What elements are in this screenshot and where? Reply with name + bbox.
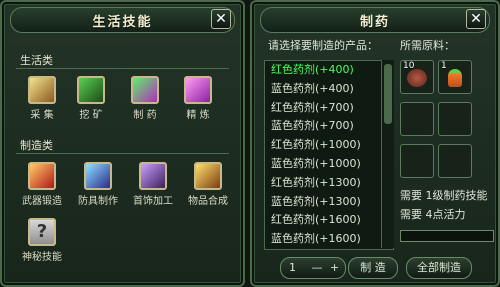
section-life-label: 生活类 (20, 54, 53, 67)
product-list[interactable]: 红色药剂(+400) 蓝色药剂(+400) 红色药剂(+700) 蓝色药剂(+7… (264, 60, 394, 250)
divider (16, 68, 229, 69)
list-prompt: 请选择要制造的产品： (268, 39, 378, 52)
requirement-vitality: 需要 4点活力 (400, 208, 466, 221)
list-item[interactable]: 蓝色药剂(+1600) (265, 230, 393, 249)
minus-button[interactable]: — (312, 261, 323, 274)
title-bar: 制药 (260, 7, 490, 33)
list-item[interactable]: 红色药剂(+400) (265, 61, 393, 80)
mystery-icon: ? (28, 218, 56, 246)
skill-synthesis[interactable]: 物品合成 (188, 162, 228, 207)
section-craft-label: 制造类 (20, 139, 53, 152)
close-button[interactable]: ✕ (466, 9, 486, 29)
weapon-forging-icon (28, 162, 56, 190)
skill-jewelry[interactable]: 首饰加工 (133, 162, 173, 207)
list-item[interactable]: 红色药剂(+1000) (265, 136, 393, 155)
material-slot[interactable] (400, 102, 434, 136)
herb-bundle-icon (407, 69, 427, 87)
list-item[interactable]: 蓝色药剂(+400) (265, 80, 393, 99)
panel-title: 制药 (359, 15, 390, 30)
armor-crafting-icon (84, 162, 112, 190)
synthesis-icon (194, 162, 222, 190)
make-all-button[interactable]: 全部制造 (406, 257, 472, 279)
scrollbar[interactable] (381, 60, 394, 248)
jewelry-icon (139, 162, 167, 190)
panel-title: 生活技能 (92, 15, 153, 30)
life-skills-panel: 生活技能 ✕ 生活类 采 集 挖 矿 制 药 精 炼 制造类 武器锻造 防具制作… (0, 0, 245, 287)
material-slot[interactable] (438, 102, 472, 136)
material-slot[interactable] (438, 144, 472, 178)
skill-label: 武器锻造 (22, 196, 62, 207)
material-slot[interactable] (400, 144, 434, 178)
material-slot[interactable]: 10 (400, 60, 434, 94)
skill-label: 采 集 (30, 110, 54, 121)
skill-label: 物品合成 (188, 196, 228, 207)
skill-refining[interactable]: 精 炼 (178, 76, 218, 121)
list-item[interactable]: 蓝色药剂(+1300) (265, 193, 393, 212)
skill-label: 挖 矿 (79, 110, 103, 121)
divider (16, 153, 229, 154)
list-item[interactable]: 红色药剂(+1300) (265, 174, 393, 193)
list-item[interactable]: 红色药剂(+700) (265, 99, 393, 118)
refining-icon (184, 76, 212, 104)
skill-label: 防具制作 (78, 196, 118, 207)
skill-armor-crafting[interactable]: 防具制作 (78, 162, 118, 207)
quantity-value: 1 (289, 261, 296, 274)
skill-label: 制 药 (133, 110, 157, 121)
list-item[interactable]: 蓝色药剂(+1000) (265, 155, 393, 174)
mining-icon (77, 76, 105, 104)
skill-weapon-forging[interactable]: 武器锻造 (22, 162, 62, 207)
plus-button[interactable]: + (330, 261, 339, 274)
skill-gather[interactable]: 采 集 (22, 76, 62, 121)
materials-label: 所需原料： (400, 39, 455, 52)
list-item[interactable]: 红色药剂(+1600) (265, 211, 393, 230)
skill-alchemy[interactable]: 制 药 (125, 76, 165, 121)
material-slot[interactable]: 1 (438, 60, 472, 94)
quantity-stepper[interactable]: 1 — + (280, 257, 346, 279)
alchemy-panel: 制药 ✕ 请选择要制造的产品： 所需原料： 红色药剂(+400) 蓝色药剂(+4… (250, 0, 500, 287)
close-button[interactable]: ✕ (211, 9, 231, 29)
alchemy-icon (131, 76, 159, 104)
skill-label: 首饰加工 (133, 196, 173, 207)
material-qty: 1 (441, 61, 447, 71)
requirement-skill: 需要 1级制药技能 (400, 189, 488, 202)
gather-icon (28, 76, 56, 104)
list-item[interactable]: 蓝色药剂(+700) (265, 117, 393, 136)
skill-mystery[interactable]: ? 神秘技能 (22, 218, 62, 263)
material-qty: 10 (403, 61, 415, 71)
title-bar: 生活技能 (10, 7, 235, 33)
skill-label: 神秘技能 (22, 252, 62, 263)
skill-mining[interactable]: 挖 矿 (71, 76, 111, 121)
carrot-icon (448, 69, 462, 87)
make-button[interactable]: 制 造 (348, 257, 398, 279)
scrollbar-thumb[interactable] (384, 64, 392, 124)
progress-bar (400, 230, 494, 242)
skill-label: 精 炼 (186, 110, 210, 121)
